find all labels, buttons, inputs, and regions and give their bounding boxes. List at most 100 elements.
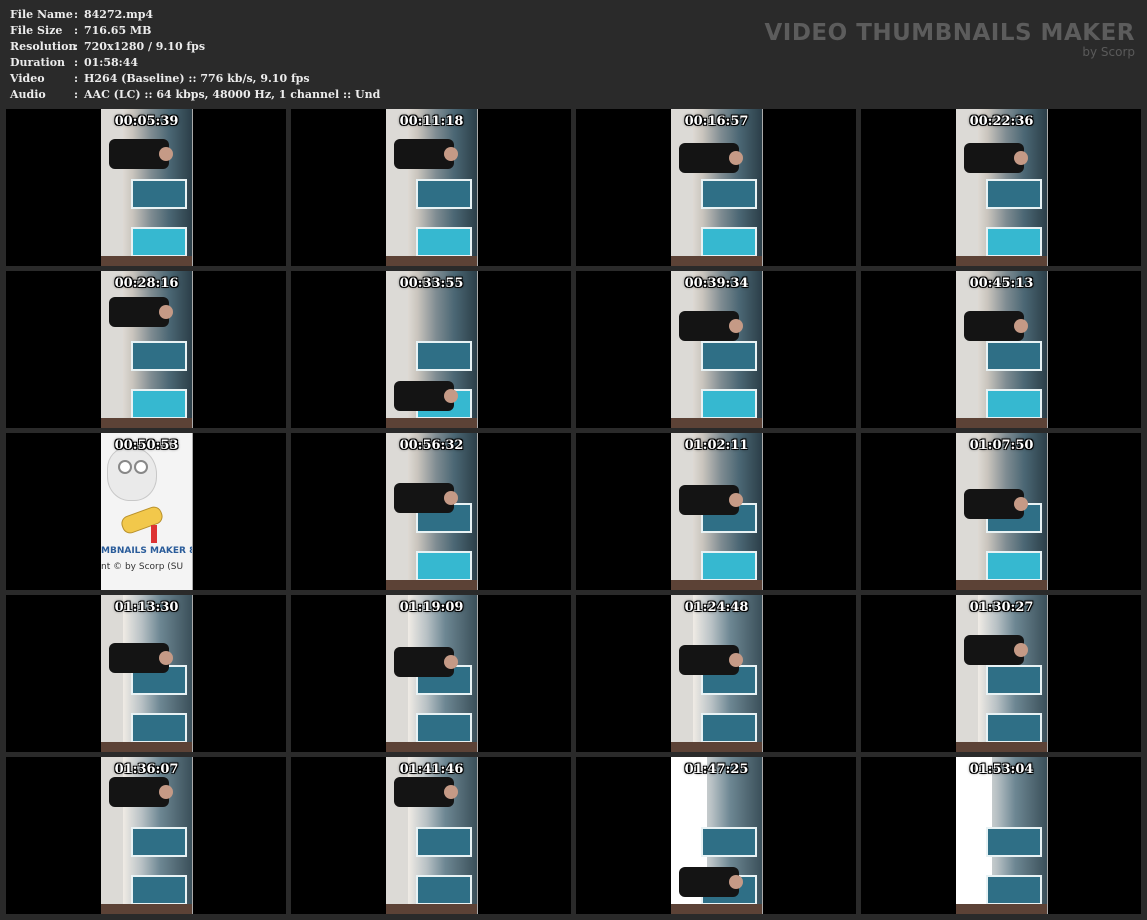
frame-floor (956, 742, 1047, 752)
thumbnail-cell[interactable]: 01:07:50 (861, 433, 1141, 590)
file-info-value: H264 (Baseline) :: 776 kb/s, 9.10 fps (84, 72, 310, 85)
frame-door (986, 827, 1042, 857)
thumbnail-timestamp: 00:56:32 (399, 438, 464, 453)
thumbnail-cell[interactable]: MBNAILS MAKER 8 nt © by Scorp (SU 00:50:53 (6, 433, 286, 590)
frame-door (131, 227, 187, 257)
thumbnail-cell[interactable]: 01:53:04 (861, 757, 1141, 914)
thumbnail-cell[interactable]: 01:30:27 (861, 595, 1141, 752)
frame-door (701, 341, 757, 371)
file-info-value: 716.65 MB (84, 24, 152, 37)
frame-figure-head (444, 655, 458, 669)
video-frame (671, 757, 763, 914)
frame-floor (386, 256, 477, 266)
thumbnail-cell[interactable]: 00:39:34 (576, 271, 856, 428)
video-frame (671, 109, 763, 266)
thumbnail-cell[interactable]: 00:33:55 (291, 271, 571, 428)
thumbnail-cell[interactable]: 01:47:25 (576, 757, 856, 914)
frame-figure-head (1014, 319, 1028, 333)
frame-figure-head (159, 147, 173, 161)
thumbnail-cell[interactable]: 01:41:46 (291, 757, 571, 914)
frame-figure-head (444, 389, 458, 403)
frame-door (131, 389, 187, 419)
video-frame (956, 271, 1048, 428)
frame-door (986, 389, 1042, 419)
frame-floor (671, 418, 762, 428)
file-info-separator: : (74, 88, 79, 101)
thumbnail-timestamp: 00:22:36 (969, 114, 1034, 129)
frame-floor (386, 904, 477, 914)
thumbnail-timestamp: 00:28:16 (114, 276, 179, 291)
file-info-key: Video (10, 72, 45, 85)
frame-door (416, 713, 472, 743)
frame-floor (101, 742, 192, 752)
video-frame (101, 109, 193, 266)
frame-door (416, 827, 472, 857)
video-frame (671, 433, 763, 590)
frame-door (701, 551, 757, 581)
thumbnail-timestamp: 01:02:11 (684, 438, 749, 453)
video-frame (101, 595, 193, 752)
thumbnail-timestamp: 00:11:18 (399, 114, 464, 129)
logo-text-copyright: nt © by Scorp (SU (101, 562, 184, 572)
file-info-value: 720x1280 / 9.10 fps (84, 40, 206, 53)
video-frame (386, 595, 478, 752)
thumbnail-cell[interactable]: 01:13:30 (6, 595, 286, 752)
video-frame (671, 595, 763, 752)
thumbnail-cell[interactable]: 01:36:07 (6, 757, 286, 914)
thumbnail-timestamp: 01:36:07 (114, 762, 179, 777)
file-info-key: Resolution (10, 40, 77, 53)
thumbnail-timestamp: 00:33:55 (399, 276, 464, 291)
video-frame (386, 433, 478, 590)
frame-figure-head (444, 147, 458, 161)
thumbnail-cell[interactable]: 01:24:48 (576, 595, 856, 752)
frame-floor (671, 742, 762, 752)
frame-figure-head (729, 653, 743, 667)
frame-wall (101, 595, 123, 752)
frame-floor (386, 742, 477, 752)
thumbnail-timestamp: 01:47:25 (684, 762, 749, 777)
logo-text-title: MBNAILS MAKER 8 (101, 546, 192, 556)
thumbnail-cell[interactable]: 00:22:36 (861, 109, 1141, 266)
thumbnail-cell[interactable]: 00:56:32 (291, 433, 571, 590)
frame-door (416, 551, 472, 581)
thumbnail-cell[interactable]: 00:05:39 (6, 109, 286, 266)
frame-door (416, 227, 472, 257)
frame-figure-head (159, 651, 173, 665)
thumbnail-timestamp: 00:39:34 (684, 276, 749, 291)
frame-wall (101, 109, 123, 266)
frame-door (416, 341, 472, 371)
frame-figure-head (729, 875, 743, 889)
frame-wall (956, 271, 978, 428)
file-info-row: Duration:01:58:44 (10, 55, 380, 71)
frame-figure-head (1014, 151, 1028, 165)
video-frame (956, 757, 1048, 914)
frame-door (701, 827, 757, 857)
frame-figure-head (729, 319, 743, 333)
thumbnail-cell[interactable]: 00:45:13 (861, 271, 1141, 428)
file-info-row: Audio: AAC (LC) :: 64 kbps, 48000 Hz, 1 c… (10, 87, 380, 103)
brand-title: VIDEO THUMBNAILS MAKER (764, 20, 1135, 46)
video-frame (956, 433, 1048, 590)
frame-wall (956, 109, 978, 266)
thumbnail-timestamp: 01:41:46 (399, 762, 464, 777)
frame-door (986, 341, 1042, 371)
video-frame (386, 109, 478, 266)
frame-door (701, 713, 757, 743)
thumbnail-cell[interactable]: 00:16:57 (576, 109, 856, 266)
frame-floor (671, 904, 762, 914)
thumbnail-cell[interactable]: 00:11:18 (291, 109, 571, 266)
video-frame (956, 109, 1048, 266)
thumbnail-cell[interactable]: 01:19:09 (291, 595, 571, 752)
file-info-separator: : (74, 56, 79, 69)
owl-eye-icon (118, 460, 132, 474)
frame-floor (101, 904, 192, 914)
file-info-key: File Size (10, 24, 63, 37)
thumbnail-cell[interactable]: 00:28:16 (6, 271, 286, 428)
frame-wall (386, 109, 408, 266)
file-info-separator: : (74, 40, 79, 53)
frame-door (416, 875, 472, 905)
thumbnail-cell[interactable]: 01:02:11 (576, 433, 856, 590)
thumbnail-timestamp: 00:45:13 (969, 276, 1034, 291)
frame-door (986, 551, 1042, 581)
thumbnail-timestamp: 01:19:09 (399, 600, 464, 615)
